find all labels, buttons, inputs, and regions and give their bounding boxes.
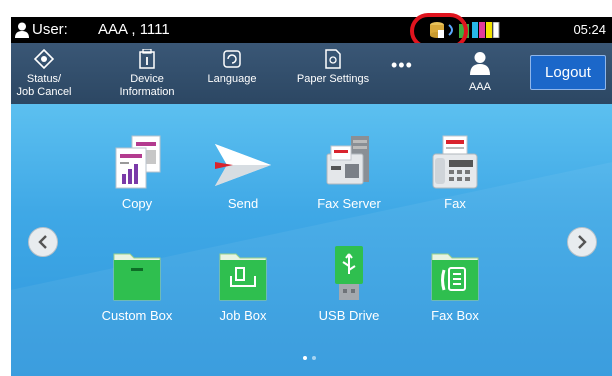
- usb-drive-icon: [335, 246, 363, 300]
- clock: 05:24: [573, 22, 606, 37]
- job-box-icon: [219, 253, 267, 301]
- tile-usb-drive-label: USB Drive: [318, 308, 380, 323]
- custom-box-icon: [113, 253, 161, 301]
- copy-icon: [115, 135, 161, 189]
- language-label: Language: [207, 73, 257, 85]
- user-label: User:: [32, 21, 68, 38]
- tile-fax-box-label: Fax Box: [431, 308, 479, 323]
- status-icon: [34, 49, 54, 69]
- tile-custom-box[interactable]: Custom Box: [87, 244, 187, 323]
- status-job-cancel-button[interactable]: Status/ Job Cancel: [14, 48, 74, 99]
- more-button[interactable]: •••: [391, 55, 413, 76]
- tile-usb-drive[interactable]: USB Drive: [299, 244, 399, 323]
- tile-fax-server[interactable]: Fax Server: [299, 132, 399, 211]
- status-bar: User: AAA , 1111 05:24: [11, 17, 612, 43]
- tile-copy[interactable]: Copy: [87, 132, 187, 211]
- tile-fax[interactable]: Fax: [405, 132, 505, 211]
- user-name-label: AAA: [468, 81, 491, 93]
- status-user: User:: [15, 21, 68, 38]
- paper-settings-button[interactable]: Paper Settings: [289, 48, 377, 86]
- device-information-label: Device Information: [119, 73, 175, 98]
- tile-fax-box[interactable]: Fax Box: [405, 244, 505, 323]
- toolbar: Status/ Job Cancel Device Information La…: [11, 43, 612, 104]
- tile-job-box-label: Job Box: [219, 308, 267, 323]
- fax-server-icon: [326, 136, 369, 185]
- page-dot-2: [312, 356, 316, 360]
- fax-icon: [432, 135, 478, 189]
- next-page-button[interactable]: [567, 227, 597, 257]
- user-icon: [15, 22, 29, 38]
- fax-box-icon: [431, 253, 479, 301]
- previous-page-button[interactable]: [28, 227, 58, 257]
- tile-job-box[interactable]: Job Box: [193, 244, 293, 323]
- tile-send[interactable]: Send: [193, 132, 293, 211]
- chevron-right-icon: [578, 235, 587, 249]
- page-dot-1: [303, 356, 307, 360]
- tile-custom-box-label: Custom Box: [101, 308, 173, 323]
- language-button[interactable]: Language: [199, 48, 265, 86]
- device-info-icon: [139, 49, 155, 69]
- device-information-button[interactable]: Device Information: [109, 48, 185, 99]
- page-indicator: [303, 356, 316, 360]
- paper-settings-label: Paper Settings: [296, 73, 370, 85]
- user-value: AAA , 1111: [98, 21, 170, 38]
- status-job-cancel-label: Status/ Job Cancel: [16, 73, 72, 98]
- tile-fax-label: Fax: [444, 196, 466, 211]
- language-icon: [223, 50, 241, 68]
- chevron-left-icon: [38, 235, 47, 249]
- user-account-button[interactable]: AAA: [455, 48, 505, 94]
- home-screen: Copy Send Fax Server Fax Custom Box Job …: [11, 104, 612, 376]
- user-avatar-icon: [470, 52, 490, 75]
- toner-level-icon: [472, 22, 500, 38]
- tile-send-label: Send: [227, 196, 259, 211]
- tile-copy-label: Copy: [121, 196, 153, 211]
- logout-button[interactable]: Logout: [530, 55, 606, 90]
- paper-settings-icon: [325, 49, 341, 69]
- tile-fax-server-label: Fax Server: [317, 196, 381, 211]
- send-icon: [215, 144, 271, 186]
